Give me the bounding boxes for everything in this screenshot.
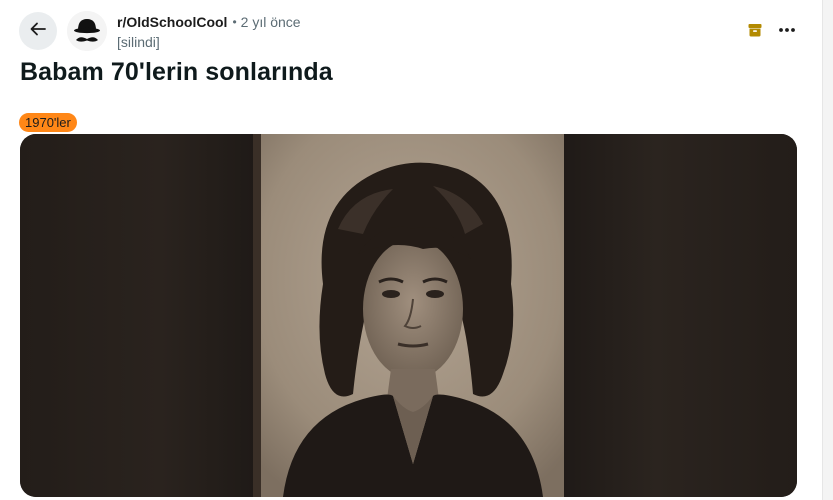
post-page: r/OldSchoolCool • 2 yıl önce [silindi] B… (0, 0, 833, 500)
vintage-portrait-photo (253, 134, 564, 497)
archive-icon (745, 20, 765, 40)
meta-row: r/OldSchoolCool • 2 yıl önce (117, 13, 301, 31)
post-meta: r/OldSchoolCool • 2 yıl önce [silindi] (117, 13, 301, 51)
post-time: 2 yıl önce (240, 14, 301, 30)
ellipsis-icon (778, 20, 796, 38)
post-image[interactable] (20, 134, 797, 497)
meta-separator: • (232, 15, 237, 29)
image-blur-right (562, 134, 797, 497)
scrollbar[interactable] (822, 0, 833, 500)
subreddit-link[interactable]: r/OldSchoolCool (117, 13, 227, 31)
bowler-hat-mustache-icon (67, 11, 107, 51)
subreddit-avatar[interactable] (67, 11, 107, 51)
post-flair[interactable]: 1970'ler (19, 113, 77, 132)
image-blur-left (20, 134, 255, 497)
author-link[interactable]: [silindi] (117, 33, 301, 51)
arrow-left-icon (28, 19, 48, 44)
more-options-button[interactable] (770, 12, 804, 46)
post-title: Babam 70'lerin sonlarında (20, 58, 333, 86)
back-button[interactable] (19, 12, 57, 50)
